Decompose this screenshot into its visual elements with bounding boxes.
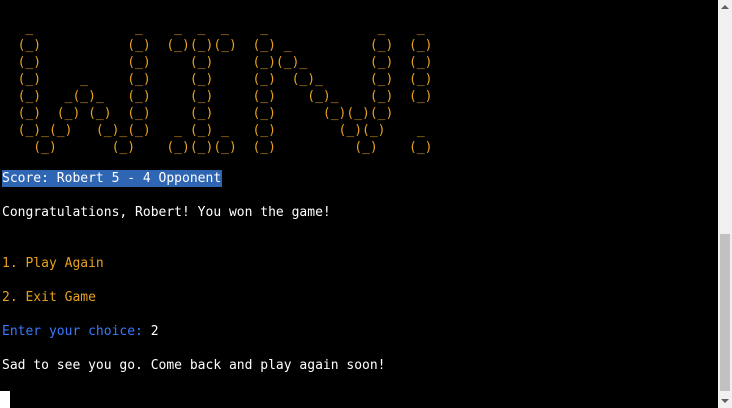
scroll-up-arrow-icon[interactable] — [718, 0, 732, 14]
choice-prompt: Enter your choice: 2 — [2, 323, 159, 340]
congratulations-message: Congratulations, Robert! You won the gam… — [2, 205, 331, 220]
choice-input-value[interactable]: 2 — [151, 324, 159, 339]
goodbye-message: Sad to see you go. Come back and play ag… — [2, 358, 386, 373]
terminal-cursor — [0, 391, 10, 408]
score-line[interactable]: Score: Robert 5 - 4 Opponent — [2, 170, 223, 187]
scrollbar-thumb[interactable] — [720, 234, 730, 391]
menu-option-exit-game: 2. Exit Game — [2, 290, 96, 305]
win-ascii-banner: _ _ _ _ _ _ _ _ (_) (_) (_)(_)(_) (_) _ … — [17, 21, 433, 155]
menu-option-play-again: 1. Play Again — [2, 256, 104, 271]
choice-prompt-label: Enter your choice: — [2, 324, 151, 339]
terminal-window: _ _ _ _ _ _ _ _ (_) (_) (_)(_)(_) (_) _ … — [0, 0, 718, 408]
scroll-down-arrow-icon[interactable] — [718, 394, 732, 408]
vertical-scrollbar[interactable] — [718, 0, 732, 408]
